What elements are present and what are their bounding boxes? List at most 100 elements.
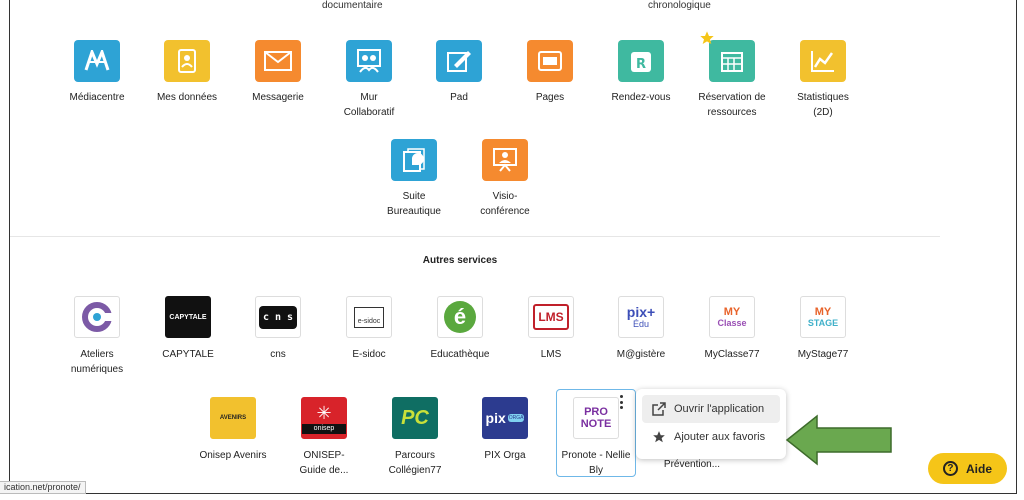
context-menu: Ouvrir l'application Ajouter aux favoris (636, 389, 786, 459)
app-mediacentre[interactable]: Médiacentre (52, 40, 142, 105)
esidoc-logo: e-sidoc (346, 296, 392, 338)
service-parcours-collegien77[interactable]: PC Parcours Collégien77 (369, 397, 461, 478)
service-capytale[interactable]: CAPYTALE CAPYTALE (142, 296, 234, 362)
service-myclasse77[interactable]: MY Classe MyClasse77 (686, 296, 778, 362)
onisep-avenirs-logo-text: AVENIRS (219, 415, 247, 421)
app-visio-conference[interactable]: Visio-conférence (460, 139, 550, 219)
service-label: CAPYTALE (162, 349, 214, 360)
onisep-logo-text: onisep (302, 424, 346, 434)
onisep-star-icon: ✳ (316, 403, 332, 423)
service-pix-orga[interactable]: pix ORGA PIX Orga (459, 397, 551, 463)
mystage-logo-subtext: STAGE (807, 317, 839, 328)
app-label: Visio-conférence (480, 191, 530, 217)
app-pad[interactable]: Pad (414, 40, 504, 105)
parcours-logo: PC (392, 397, 438, 439)
app-label: Réservation de ressources (698, 92, 766, 118)
section-divider (10, 236, 940, 237)
pronote-logo-subtext: NOTE (580, 418, 612, 430)
pix-orga-logo-subtext: ORGA (507, 414, 525, 422)
pronote-logo: PRO NOTE (573, 397, 619, 439)
app-label: Messagerie (252, 92, 304, 103)
service-label: Onisep Avenirs (199, 450, 267, 461)
educatheque-logo-text: é (444, 301, 476, 333)
service-esidoc[interactable]: e-sidoc E-sidoc (323, 296, 415, 362)
lms-logo-text: LMS (533, 304, 569, 330)
service-onisep-guide[interactable]: ✳ onisep ONISEP- Guide de... (278, 397, 370, 478)
app-suite-bureautique[interactable]: Suite Bureautique (369, 139, 459, 219)
app-label: Médiacentre (69, 92, 125, 103)
pix-edu-logo-text: pix+ (626, 303, 656, 320)
app-label: Pages (535, 92, 565, 103)
lms-logo: LMS (528, 296, 574, 338)
pix-orga-logo: pix ORGA (482, 397, 528, 439)
section-title-autres-services: Autres services (422, 255, 498, 266)
status-bar-url: ication.net/pronote/ (0, 481, 86, 494)
star-icon (652, 430, 666, 444)
calendar-icon (700, 31, 755, 82)
app-mes-donnees[interactable]: Mes données (142, 40, 232, 105)
service-lms[interactable]: LMS LMS (505, 296, 597, 362)
more-options-icon[interactable] (617, 395, 625, 409)
app-label: Mur Collaboratif (343, 92, 395, 118)
favorite-star-icon (699, 30, 715, 51)
menu-item-add-favorite[interactable]: Ajouter aux favoris (642, 423, 780, 451)
service-label: E-sidoc (352, 349, 386, 360)
svg-text:R: R (636, 57, 646, 72)
question-icon: ? (942, 461, 958, 476)
service-mystage77[interactable]: MY STAGE MyStage77 (777, 296, 869, 362)
service-label: M@gistère (616, 349, 666, 360)
myclasse-logo: MY Classe (709, 296, 755, 338)
pages-icon (527, 40, 573, 82)
mediacentre-icon (74, 40, 120, 82)
pronote-logo-text: PRO (584, 406, 608, 418)
external-link-icon (652, 402, 666, 416)
myclasse-logo-subtext: Classe (717, 317, 747, 328)
pad-icon (436, 40, 482, 82)
menu-item-label: Ouvrir l'application (674, 403, 765, 415)
service-educatheque[interactable]: é Educathèque (414, 296, 506, 362)
onisep-logo: ✳ onisep (301, 397, 347, 439)
collaborative-wall-icon (346, 40, 392, 82)
parcours-logo-text: PC (401, 406, 429, 429)
capytale-logo: CAPYTALE (165, 296, 211, 338)
app-label: Pad (450, 92, 468, 103)
service-label: PIX Orga (484, 450, 526, 461)
app-messagerie[interactable]: Messagerie (233, 40, 323, 105)
menu-item-label: Ajouter aux favoris (674, 431, 766, 443)
myclasse-logo-text: MY (723, 305, 741, 318)
app-label: Rendez-vous (611, 92, 671, 103)
onisep-avenirs-logo: AVENIRS (210, 397, 256, 439)
menu-item-open-application[interactable]: Ouvrir l'application (642, 395, 780, 423)
appointment-icon: R (618, 40, 664, 82)
app-label: Statistiques (2D) (797, 92, 849, 118)
service-ateliers-numeriques[interactable]: Ateliers numériques (51, 296, 143, 377)
app-reservation-ressources[interactable]: Réservation de ressources (687, 31, 777, 120)
app-pages[interactable]: Pages (505, 40, 595, 105)
service-label: Parcours Collégien77 (388, 450, 442, 476)
service-magistere[interactable]: pix+ Édu M@gistère (595, 296, 687, 362)
service-label: LMS (540, 349, 562, 360)
help-button[interactable]: ? Aide (928, 453, 1007, 484)
service-onisep-avenirs[interactable]: AVENIRS Onisep Avenirs (187, 397, 279, 463)
app-mur-collaboratif[interactable]: Mur Collaboratif (324, 40, 414, 120)
app-rendez-vous[interactable]: R Rendez-vous (596, 40, 686, 105)
envelope-icon (255, 40, 301, 82)
app-statistiques[interactable]: Statistiques (2D) (778, 40, 868, 120)
chart-icon (800, 40, 846, 82)
mystage-logo-text: MY (814, 305, 832, 318)
service-label: ONISEP- Guide de... (299, 450, 349, 476)
service-label: Ateliers numériques (70, 349, 124, 375)
esidoc-logo-text: e-sidoc (353, 306, 385, 328)
help-button-label: Aide (965, 461, 992, 476)
capytale-logo-text: CAPYTALE (169, 313, 207, 321)
pix-edu-logo-subtext: Édu (632, 318, 649, 329)
mystage-logo: MY STAGE (800, 296, 846, 338)
pix-orga-logo-text: pix (485, 410, 506, 426)
service-label: Pronote - Nellie Bly (561, 450, 631, 476)
pix-edu-logo: pix+ Édu (618, 296, 664, 338)
service-cns[interactable]: c n s cns (232, 296, 324, 362)
videoconference-icon (482, 139, 528, 181)
educatheque-logo: é (437, 296, 483, 338)
service-pronote[interactable]: PRO NOTE Pronote - Nellie Bly (550, 397, 642, 478)
app-label: Mes données (156, 92, 218, 103)
